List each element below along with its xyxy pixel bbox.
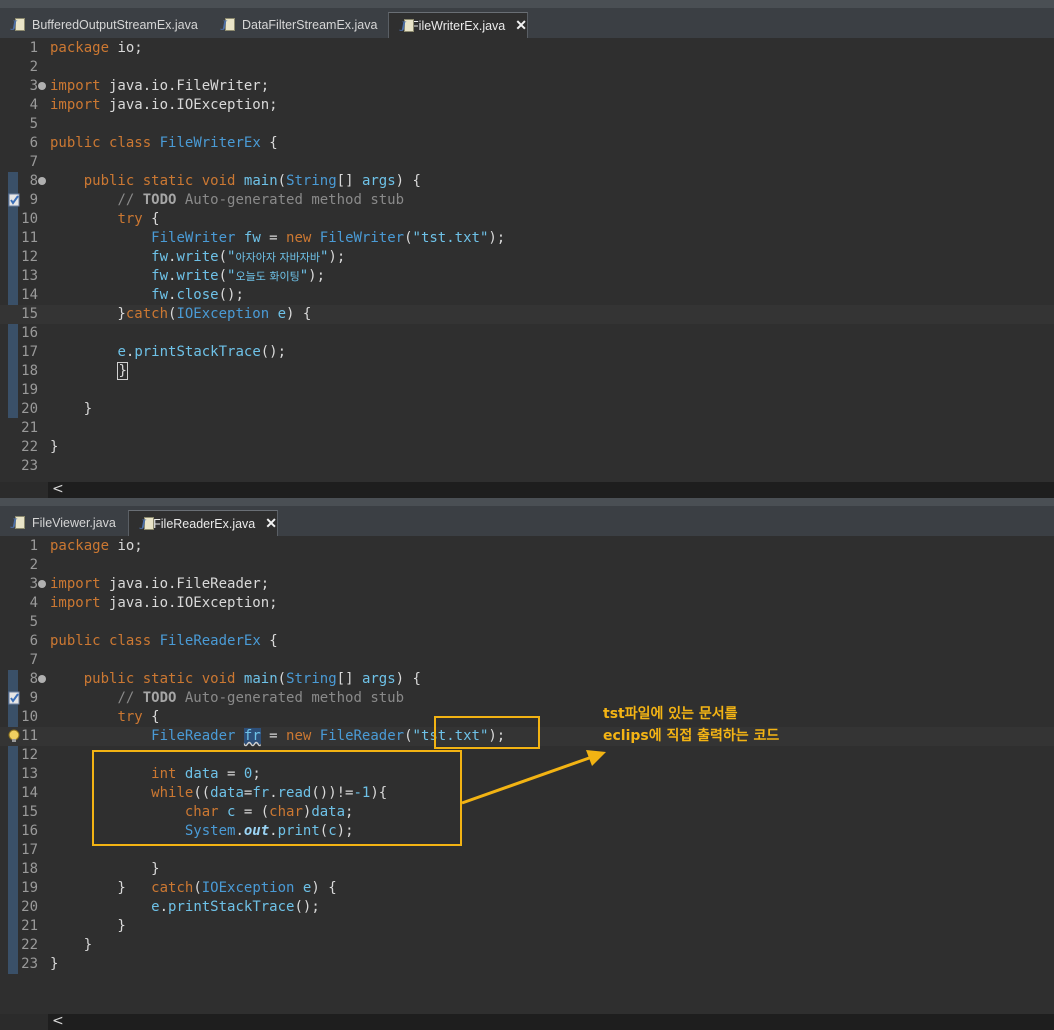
annotation-line-1: tst파일에 있는 문서를 <box>603 706 738 722</box>
annotation-text: tst파일에 있는 문서를 eclips에 직접 출력하는 코드 <box>603 703 779 747</box>
annotation-line-2: eclips에 직접 출력하는 코드 <box>603 728 780 744</box>
annotation-arrow <box>461 750 606 805</box>
